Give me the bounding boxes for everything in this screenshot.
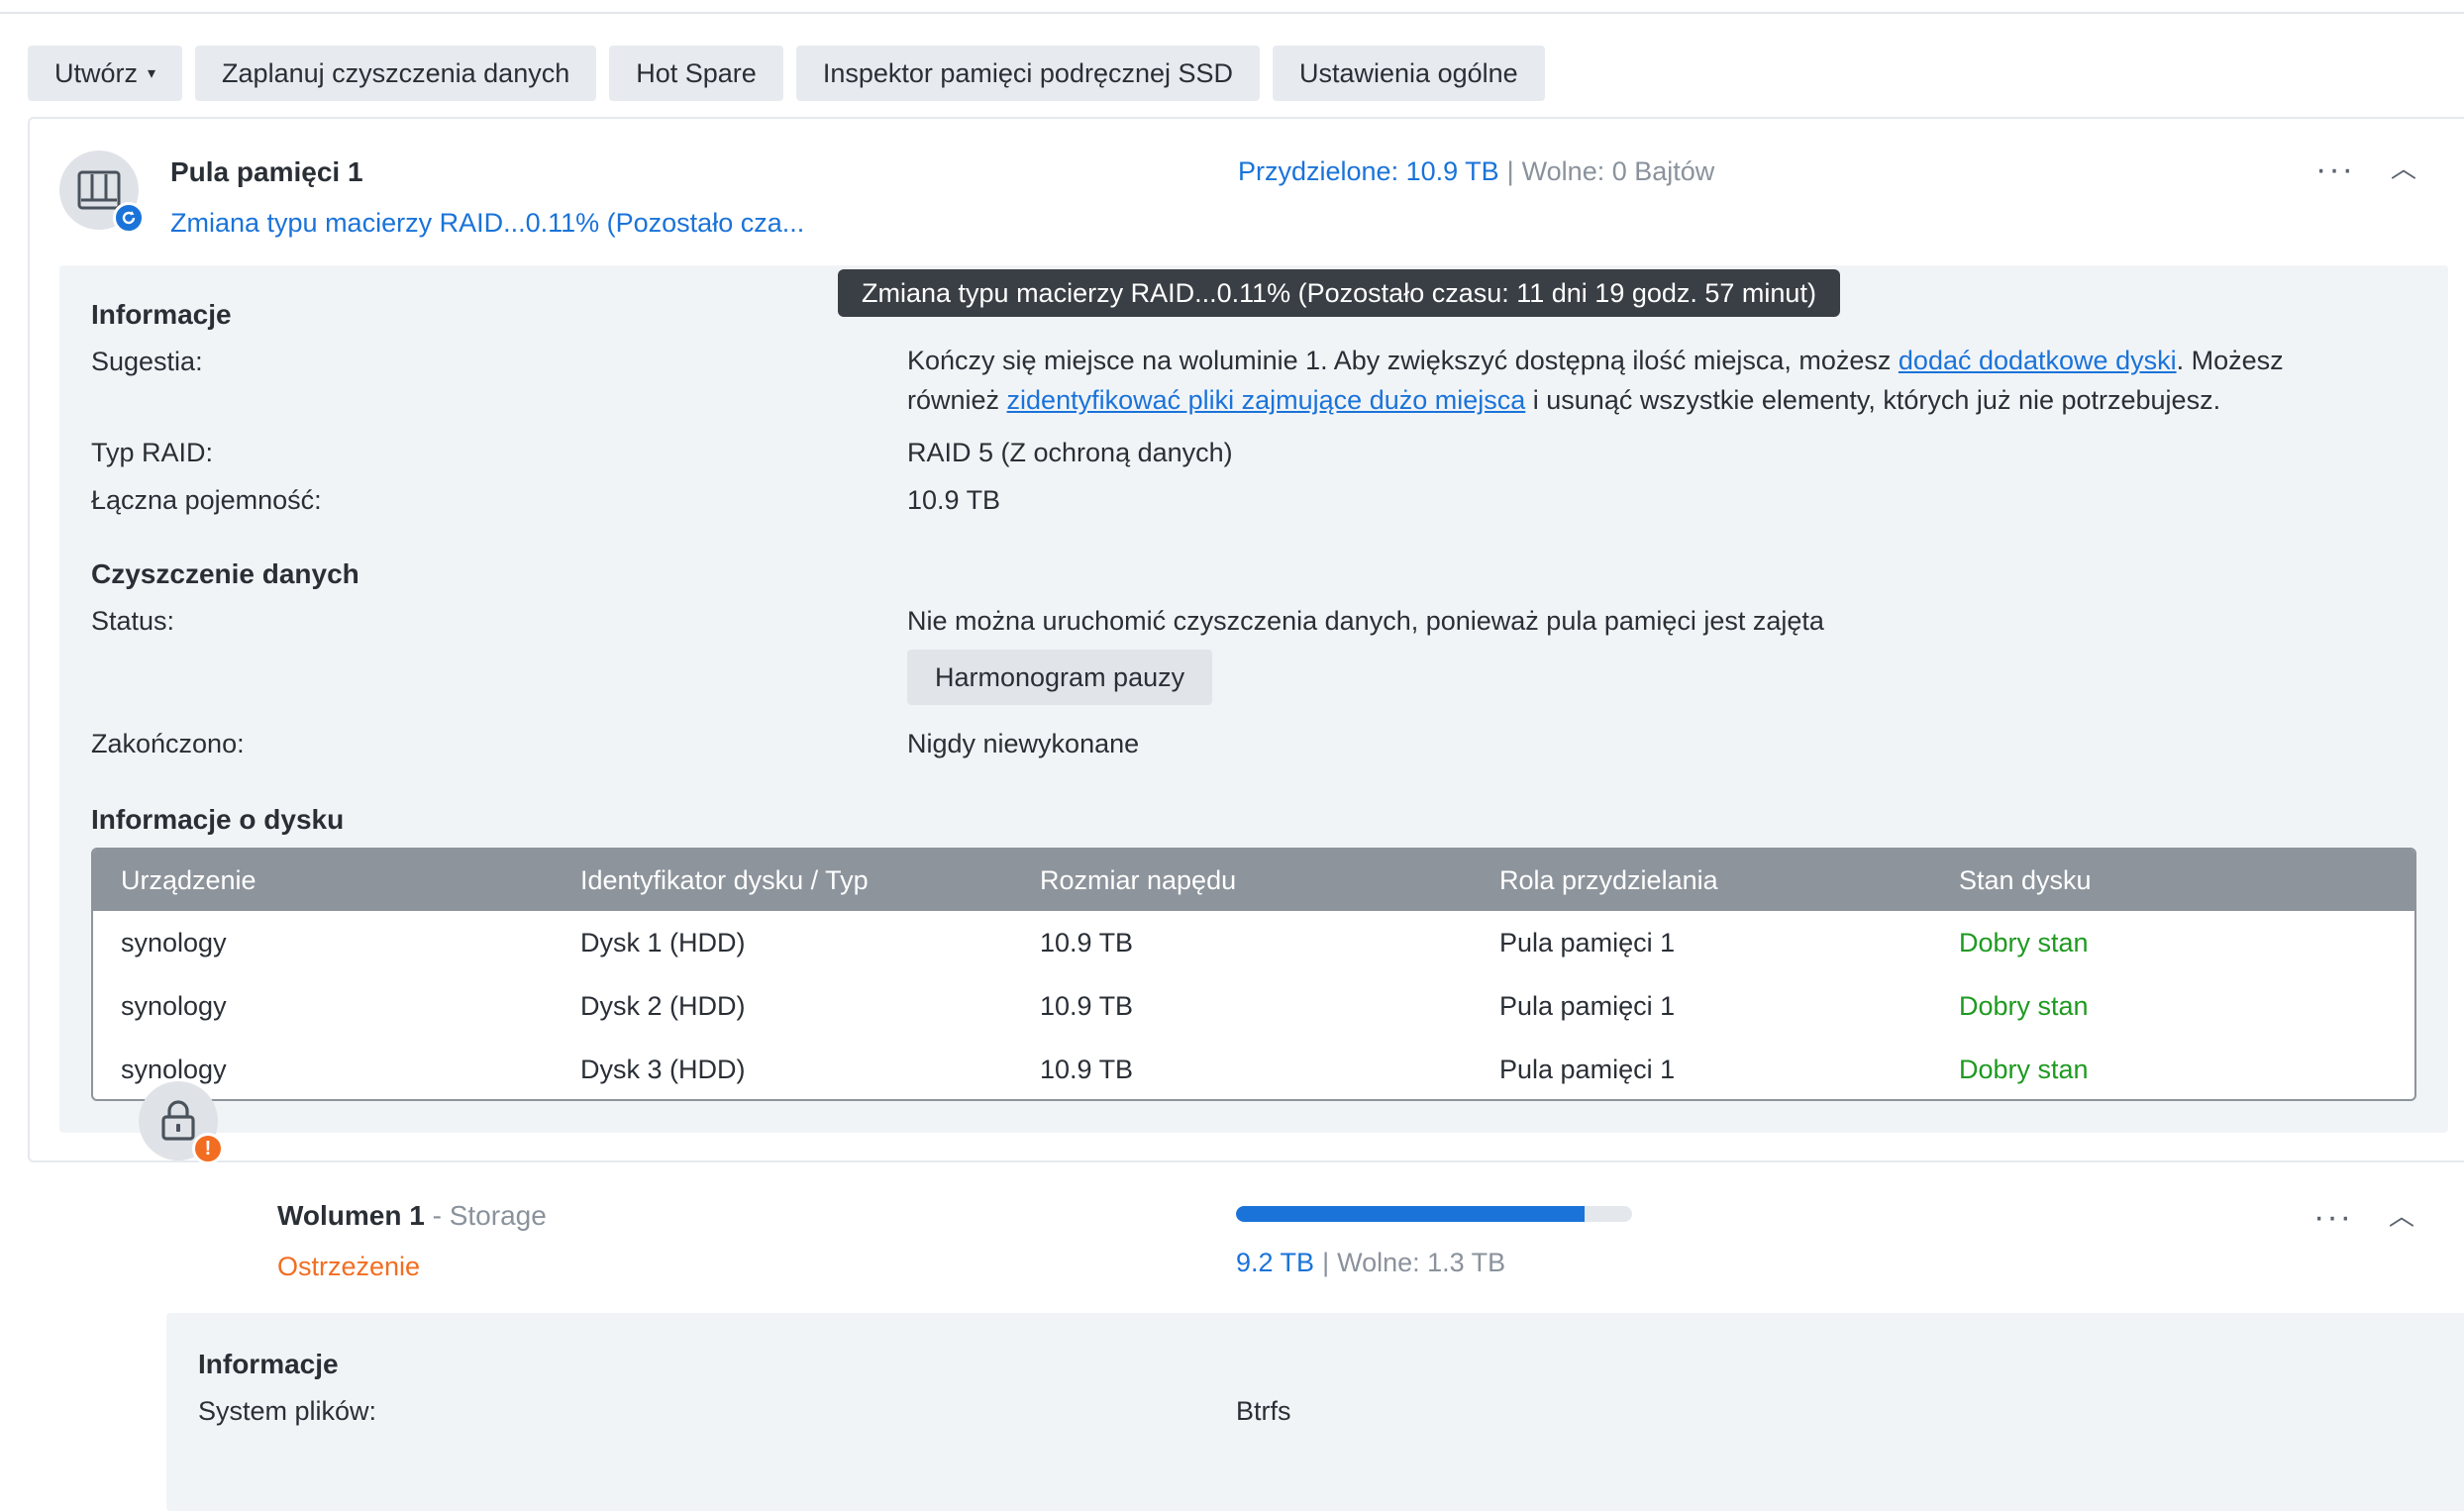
- pool-allocation: Przydzielone: 10.9 TB | Wolne: 0 Bajtów: [1238, 156, 1715, 186]
- suggestion-part-4: i usunąć wszystkie elementy, których już…: [1525, 385, 2221, 415]
- total-capacity-value: 10.9 TB: [907, 485, 1001, 515]
- cell-disk-status: Dobry stan: [1959, 990, 2089, 1021]
- volume-name: Wolumen 1: [277, 1200, 425, 1231]
- sync-icon: [113, 202, 145, 234]
- col-device[interactable]: Urządzenie: [121, 865, 257, 896]
- volume-free: Wolne: 1.3 TB: [1337, 1248, 1506, 1277]
- add-disks-link[interactable]: dodać dodatkowe dyski: [1899, 346, 2177, 375]
- cell-device: synology: [121, 990, 227, 1021]
- caret-down-icon: ▾: [148, 65, 156, 82]
- volume-icon: !: [139, 1081, 224, 1164]
- create-label: Utwórz: [54, 57, 139, 88]
- suggestion-text: Kończy się miejsce na woluminie 1. Aby z…: [907, 341, 2422, 420]
- pool-status-link[interactable]: Zmiana typu macierzy RAID...0.11% (Pozos…: [170, 208, 804, 239]
- volume-usage-text: 9.2 TB | Wolne: 1.3 TB: [1236, 1248, 1506, 1277]
- cell-allocation-role: Pula pamięci 1: [1499, 990, 1676, 1021]
- table-row[interactable]: synology Dysk 3 (HDD) 10.9 TB Pula pamię…: [93, 1038, 2414, 1099]
- global-settings-button[interactable]: Ustawienia ogólne: [1273, 46, 1545, 101]
- cell-drive-size: 10.9 TB: [1040, 1054, 1134, 1084]
- volume-used: 9.2 TB: [1236, 1248, 1315, 1277]
- suggestion-part-2: . Możesz: [2176, 346, 2284, 375]
- hot-spare-button[interactable]: Hot Spare: [609, 46, 783, 101]
- create-button[interactable]: Utwórz ▾: [28, 46, 183, 101]
- volume-info-heading: Informacje: [198, 1349, 339, 1379]
- pool-title: Pula pamięci 1: [170, 156, 363, 187]
- cell-allocation-role: Pula pamięci 1: [1499, 1054, 1676, 1084]
- cell-device: synology: [121, 1054, 227, 1084]
- volume-subtitle: - Storage: [432, 1200, 547, 1231]
- suggestion-part-1: Kończy się miejsce na woluminie 1. Aby z…: [907, 346, 1899, 375]
- ssd-cache-advisor-button[interactable]: Inspektor pamięci podręcznej SSD: [795, 46, 1261, 101]
- warning-icon: !: [192, 1133, 224, 1164]
- col-allocation-role[interactable]: Rola przydzielania: [1499, 865, 1718, 896]
- pool-allocated: Przydzielone: 10.9 TB: [1238, 156, 1499, 186]
- table-row[interactable]: synology Dysk 2 (HDD) 10.9 TB Pula pamię…: [93, 974, 2414, 1038]
- volume-usage-fill: [1236, 1206, 1585, 1222]
- top-divider: [0, 12, 2464, 14]
- cell-device: synology: [121, 927, 227, 957]
- pool-collapse-icon[interactable]: ︿: [2391, 149, 2416, 185]
- scrubbing-heading: Czyszczenie danych: [91, 558, 359, 589]
- cell-disk-id: Dysk 3 (HDD): [580, 1054, 746, 1084]
- cell-allocation-role: Pula pamięci 1: [1499, 927, 1676, 957]
- toolbar: Utwórz ▾ Zaplanuj czyszczenia danych Hot…: [28, 46, 1545, 101]
- filesystem-value: Btrfs: [1236, 1396, 1291, 1426]
- volume-title: Wolumen 1 - Storage: [277, 1200, 547, 1232]
- total-capacity-label: Łączna pojemność:: [91, 485, 322, 515]
- suggestion-part-3: również: [907, 385, 1007, 415]
- volume-details-panel: Informacje System plików: Btrfs: [166, 1313, 2464, 1511]
- storage-pool-icon: [59, 151, 145, 234]
- cell-disk-status: Dobry stan: [1959, 927, 2089, 957]
- cell-disk-status: Dobry stan: [1959, 1054, 2089, 1084]
- raid-progress-tooltip: Zmiana typu macierzy RAID...0.11% (Pozos…: [838, 269, 1840, 317]
- scrub-status-label: Status:: [91, 606, 175, 636]
- identify-files-link[interactable]: zidentyfikować pliki zajmujące dużo miej…: [1007, 385, 1526, 415]
- volume-more-icon[interactable]: ···: [2313, 1200, 2353, 1234]
- volume-usage-bar: [1236, 1206, 1632, 1222]
- cell-disk-id: Dysk 1 (HDD): [580, 927, 746, 957]
- pool-free: Wolne: 0 Bajtów: [1521, 156, 1715, 186]
- col-drive-size[interactable]: Rozmiar napędu: [1040, 865, 1236, 896]
- pause-schedule-button[interactable]: Harmonogram pauzy: [907, 650, 1213, 705]
- col-disk-id[interactable]: Identyfikator dysku / Typ: [580, 865, 869, 896]
- disk-table-header: Urządzenie Identyfikator dysku / Typ Roz…: [93, 850, 2414, 911]
- cell-disk-id: Dysk 2 (HDD): [580, 990, 746, 1021]
- info-heading: Informacje: [91, 299, 232, 330]
- schedule-scrubbing-button[interactable]: Zaplanuj czyszczenia danych: [195, 46, 597, 101]
- finished-value: Nigdy niewykonane: [907, 729, 1140, 758]
- volume-collapse-icon[interactable]: ︿: [2389, 1196, 2414, 1233]
- disk-table: Urządzenie Identyfikator dysku / Typ Roz…: [91, 848, 2416, 1101]
- disk-info-heading: Informacje o dysku: [91, 804, 345, 835]
- finished-label: Zakończono:: [91, 729, 245, 758]
- pool-more-icon[interactable]: ···: [2315, 152, 2355, 186]
- volume-status[interactable]: Ostrzeżenie: [277, 1252, 420, 1282]
- raid-type-label: Typ RAID:: [91, 438, 214, 467]
- table-row[interactable]: synology Dysk 1 (HDD) 10.9 TB Pula pamię…: [93, 911, 2414, 974]
- filesystem-label: System plików:: [198, 1396, 377, 1426]
- raid-type-value: RAID 5 (Z ochroną danych): [907, 438, 1233, 467]
- suggestion-label: Sugestia:: [91, 347, 203, 376]
- scrub-status-value: Nie można uruchomić czyszczenia danych, …: [907, 606, 1824, 636]
- col-disk-status[interactable]: Stan dysku: [1959, 865, 2092, 896]
- cell-drive-size: 10.9 TB: [1040, 927, 1134, 957]
- cell-drive-size: 10.9 TB: [1040, 990, 1134, 1021]
